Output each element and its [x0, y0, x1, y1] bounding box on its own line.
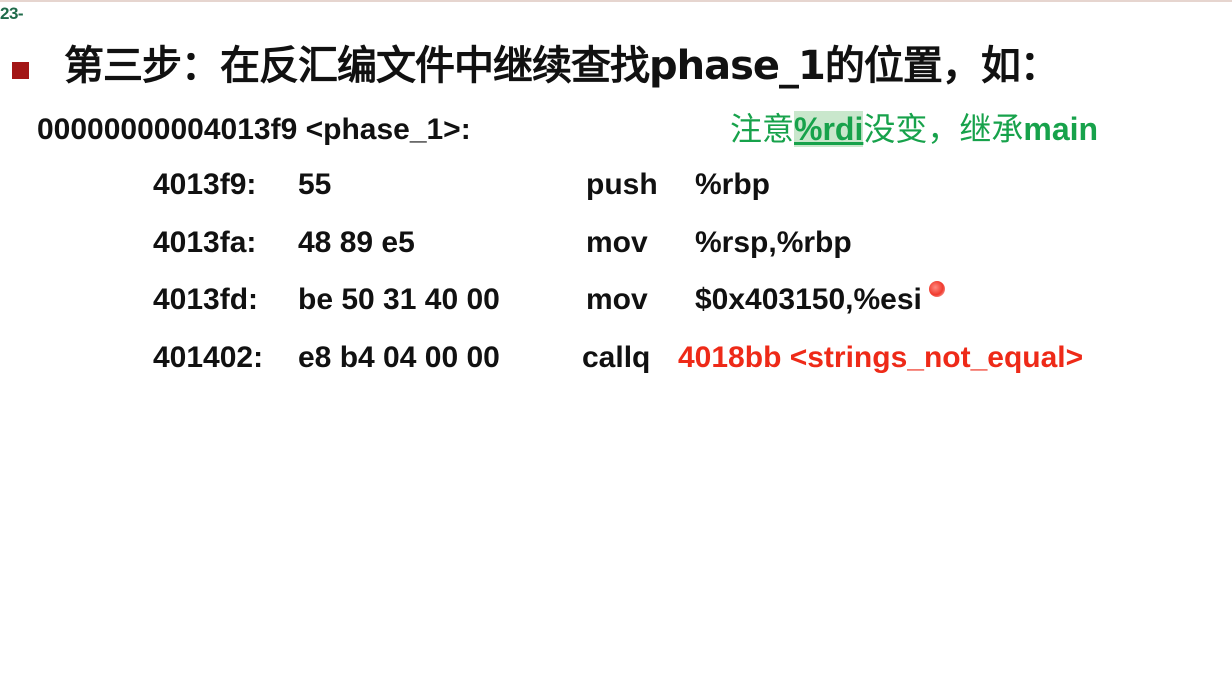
asm-call-target: 4018bb <strings_not_equal> [678, 341, 1084, 374]
note-prefix: 注意 [730, 110, 795, 148]
note-suffix: main [1023, 111, 1099, 147]
asm-row: 4013fa: 48 89 e5 mov %rsp,%rbp [0, 222, 1232, 264]
asm-row: 4013f9: 55 push %rbp [0, 164, 1232, 206]
asm-bytes: 48 89 e5 [298, 226, 415, 259]
asm-opcode: push [586, 168, 658, 201]
note-annotation: 注意%rdi没变，继承main [730, 108, 1098, 150]
bullet-square-icon [12, 62, 29, 79]
asm-operands: %rbp [695, 168, 770, 201]
laser-pointer-icon [929, 281, 945, 297]
asm-operands: %rsp,%rbp [695, 226, 852, 259]
slide-heading: 第三步：在反汇编文件中继续查找phase_1的位置，如： [64, 43, 1060, 89]
asm-row: 4013fd: be 50 31 40 00 mov $0x403150,%es… [0, 279, 1232, 321]
asm-opcode: mov [586, 283, 648, 316]
asm-opcode: callq [582, 341, 651, 374]
asm-address: 401402: [153, 341, 264, 374]
asm-bytes: be 50 31 40 00 [298, 283, 500, 316]
asm-row: 401402: e8 b4 04 00 00 callq 4018bb <str… [0, 337, 1232, 379]
note-middle: 没变，继承 [863, 110, 1024, 148]
asm-bytes: 55 [298, 168, 332, 201]
asm-address: 4013fd: [153, 283, 259, 316]
asm-address: 4013f9: [153, 168, 257, 201]
note-register: %rdi [794, 111, 864, 147]
asm-operands: $0x403150,%esi [695, 283, 922, 316]
page-number: 23- [0, 4, 24, 23]
asm-opcode: mov [586, 226, 648, 259]
top-divider [0, 0, 1232, 2]
asm-address: 4013fa: [153, 226, 257, 259]
asm-bytes: e8 b4 04 00 00 [298, 341, 500, 374]
function-label: 00000000004013f9 <phase_1>: [37, 113, 471, 146]
